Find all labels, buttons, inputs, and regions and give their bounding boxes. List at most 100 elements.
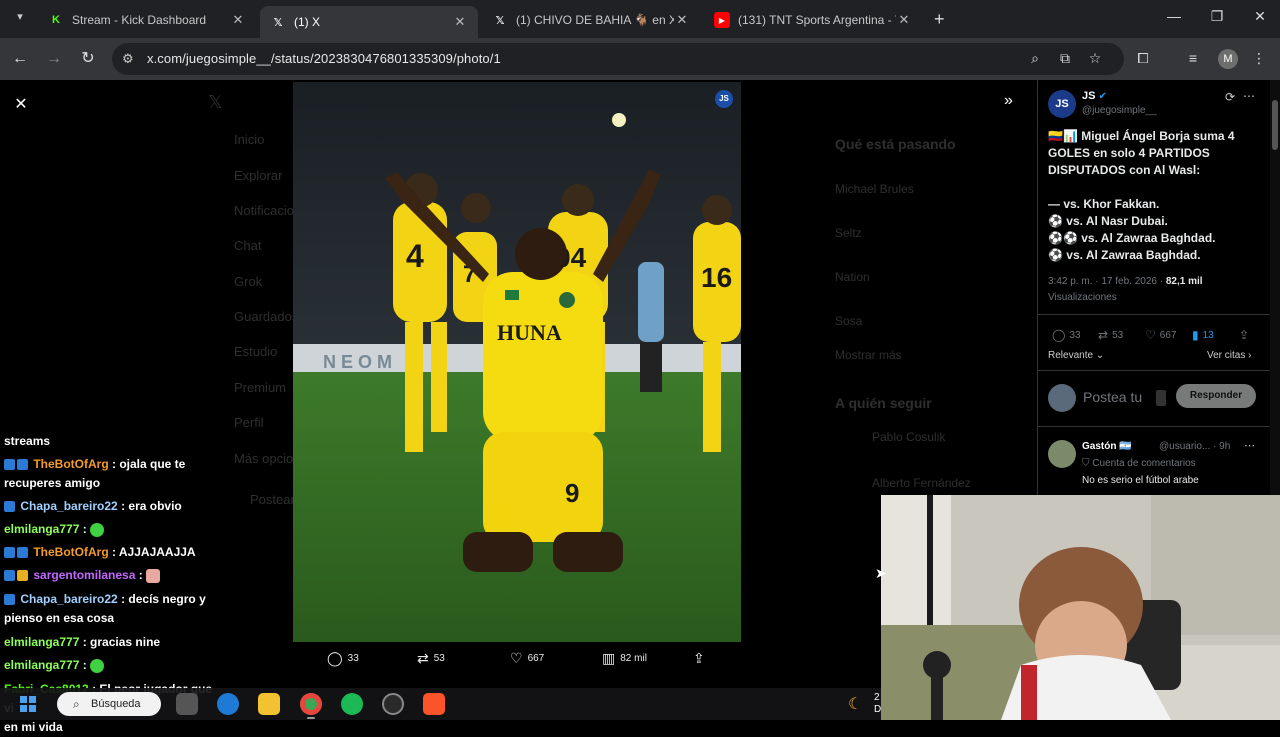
like-button[interactable]: ♡ 667 <box>1145 328 1176 342</box>
reply-input[interactable]: Postea tu <box>1083 389 1142 405</box>
commenter-avatar[interactable] <box>1048 440 1076 468</box>
tweet-line: ⚽ vs. Al Zawraa Baghdad. <box>1048 248 1201 262</box>
divider <box>1038 426 1271 427</box>
chat-username: sargentomilanesa <box>33 568 136 582</box>
sort-dropdown[interactable]: Relevante ⌄ <box>1048 350 1104 361</box>
badge-icon <box>17 570 28 582</box>
share-icon: ⇪ <box>693 650 705 666</box>
tab-tnt-sports[interactable]: ▶ (131) TNT Sports Argentina - Yo ✕ <box>704 6 922 34</box>
repost-button[interactable]: ⇄ 53 <box>1098 328 1123 342</box>
sort-label: Relevante <box>1048 350 1094 361</box>
bookmark-star-icon[interactable]: ☆ <box>1086 50 1104 67</box>
chat-message: TheBotOfArg : ojala que te recuperes ami… <box>4 455 224 493</box>
windows-taskbar: ⌕ Búsqueda ☾ 2D <box>0 688 881 720</box>
badge-icon <box>4 570 15 582</box>
close-tab-icon[interactable]: ✕ <box>452 14 468 30</box>
share-button[interactable]: ⇪ <box>1239 328 1253 342</box>
reply-submit-button[interactable]: Responder <box>1176 384 1256 408</box>
bookmark-button[interactable]: ▮ 13 <box>1192 328 1214 342</box>
views-action[interactable]: ▥ 82 mil <box>602 650 647 667</box>
chat-message: elmilanga777 : gracias nine <box>4 633 224 652</box>
media-icon[interactable] <box>1156 390 1166 406</box>
author-name-row[interactable]: JS ✔ <box>1082 90 1107 102</box>
badge-icon <box>17 459 28 471</box>
tweet-line: DISPUTADOS con Al Wasl: <box>1048 163 1201 177</box>
more-options-icon[interactable]: ⋯ <box>1243 89 1255 103</box>
spotify-icon[interactable] <box>341 693 363 715</box>
reload-icon[interactable]: ↻ <box>77 48 99 70</box>
tab-chivo-de-bahia[interactable]: 𝕏 (1) CHIVO DE BAHIA 🐐 en X: "C ✕ <box>482 6 700 34</box>
media-controls-icon[interactable]: ≡ <box>1182 50 1204 66</box>
chat-text: : era obvio <box>117 499 182 513</box>
tweet-photo[interactable]: N E O M 4 7 94 16 HUNA 9 JS <box>293 82 741 642</box>
zoom-magnifier-icon[interactable]: ⌕ <box>1026 50 1044 67</box>
close-tab-icon[interactable]: ✕ <box>674 12 690 28</box>
football-celebration-image: N E O M 4 7 94 16 HUNA 9 <box>293 82 741 642</box>
author-avatar[interactable]: JS <box>1048 90 1076 118</box>
commenter-handle[interactable]: @usuario... · 9h <box>1159 441 1230 452</box>
view-quotes-link[interactable]: Ver citas › <box>1207 350 1251 361</box>
grok-icon[interactable]: ⟳ <box>1225 90 1235 104</box>
emote-icon <box>90 658 105 673</box>
more-options-icon[interactable]: ⋯ <box>1244 439 1255 452</box>
brave-icon[interactable] <box>423 693 445 715</box>
commenter-subtitle-text: Cuenta de comentarios <box>1092 458 1196 469</box>
repost-count: 53 <box>1112 329 1124 341</box>
address-bar[interactable]: ⚙ x.com/juegosimple__/status/20238304768… <box>112 43 1124 75</box>
clock-time: 2 <box>874 692 880 703</box>
view-count: 82 mil <box>620 653 647 664</box>
chrome-icon[interactable] <box>300 693 322 715</box>
close-tab-icon[interactable]: ✕ <box>230 12 246 28</box>
url-text[interactable]: x.com/juegosimple__/status/2023830476801… <box>147 51 501 66</box>
share-action[interactable]: ⇪ <box>693 650 710 667</box>
x-icon: 𝕏 <box>273 16 283 29</box>
repost-action[interactable]: ⇄ 53 <box>417 650 445 667</box>
like-count: 667 <box>1159 329 1177 341</box>
chat-username: Chapa_bareiro22 <box>20 592 118 606</box>
trend-item: Michael Brules <box>835 182 914 196</box>
chat-text: : <box>79 658 91 672</box>
reply-action[interactable]: ◯ 33 <box>327 650 359 667</box>
taskbar-search[interactable]: ⌕ Búsqueda <box>57 692 161 716</box>
edge-icon[interactable] <box>217 693 239 715</box>
install-app-icon[interactable]: ⧉ <box>1056 50 1074 67</box>
browser-menu-icon[interactable]: ⋮ <box>1248 50 1270 67</box>
reply-count: 33 <box>1069 329 1081 341</box>
new-tab-plus-icon[interactable]: + <box>934 9 945 30</box>
tab-kick-dashboard[interactable]: K Stream - Kick Dashboard ✕ <box>38 6 256 34</box>
streamer-webcam-image <box>881 495 1280 720</box>
like-action[interactable]: ♡ 667 <box>510 650 544 667</box>
tweet-timestamp[interactable]: 3:42 p. m. · 17 feb. 2026 · 82,1 mil <box>1048 276 1203 287</box>
back-arrow-icon[interactable]: ← <box>9 48 31 70</box>
obs-icon[interactable] <box>382 693 404 715</box>
chat-message: Chapa_bareiro22 : era obvio <box>4 497 224 516</box>
close-window-icon[interactable]: ✕ <box>1250 8 1270 25</box>
nav-item: Grok <box>234 274 263 289</box>
task-view-icon[interactable] <box>176 693 198 715</box>
svg-text:N E O M: N E O M <box>323 352 392 372</box>
chat-message: Chapa_bareiro22 : decís negro y pienso e… <box>4 590 224 628</box>
forward-arrow-icon[interactable]: → <box>43 48 65 70</box>
windows-start-icon[interactable] <box>20 696 36 712</box>
author-handle[interactable]: @juegosimple__ <box>1082 105 1157 116</box>
moon-icon[interactable]: ☾ <box>848 694 862 714</box>
scrollbar-thumb[interactable] <box>1272 100 1278 150</box>
site-settings-icon[interactable]: ⚙ <box>122 51 134 67</box>
profile-avatar[interactable]: M <box>1218 49 1238 69</box>
nav-item: Chat <box>234 238 262 253</box>
file-explorer-icon[interactable] <box>258 693 280 715</box>
commenter-name[interactable]: Gastón 🇦🇷 <box>1082 441 1132 452</box>
close-tab-icon[interactable]: ✕ <box>896 12 912 28</box>
minimize-window-icon[interactable]: — <box>1164 8 1184 24</box>
clock[interactable]: 2D <box>874 692 881 716</box>
reply-button[interactable]: ◯ 33 <box>1052 328 1081 342</box>
collapse-panel-icon[interactable]: » <box>1004 92 1013 110</box>
x-logo-icon: 𝕏 <box>208 92 223 112</box>
follow-suggestion: Pablo Cosulik <box>872 430 946 444</box>
extensions-puzzle-icon[interactable]: ⧠ <box>1132 50 1154 67</box>
close-photo-icon[interactable]: ✕ <box>12 94 30 114</box>
restore-window-icon[interactable]: ❐ <box>1207 8 1227 25</box>
tab-search-dropdown-icon[interactable]: ▾ <box>10 10 30 28</box>
nav-item: Perfil <box>234 415 264 430</box>
tab-x-active[interactable]: 𝕏 (1) X ✕ <box>260 6 478 38</box>
